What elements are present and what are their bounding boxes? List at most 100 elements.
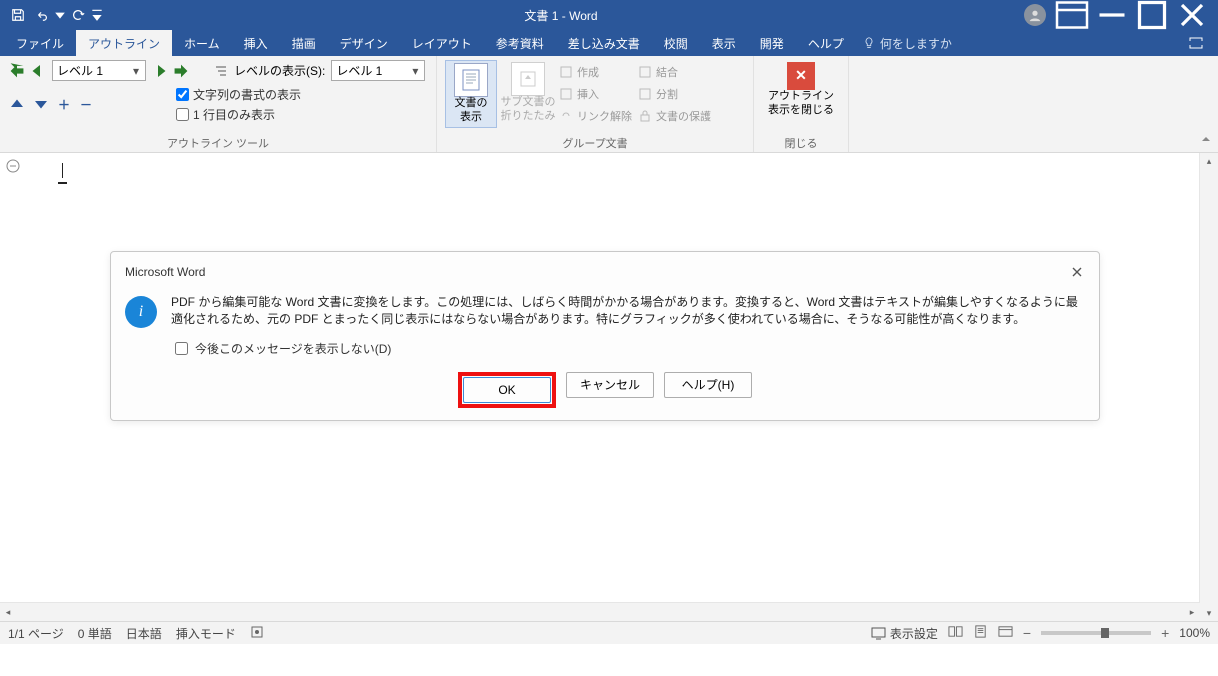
first-line-only-checkbox[interactable]: 1 行目のみ表示: [176, 105, 301, 123]
show-level-value: レベル 1: [336, 62, 408, 79]
save-icon[interactable]: [6, 3, 30, 27]
undo-icon[interactable]: [30, 3, 54, 27]
demote-to-body-icon[interactable]: [172, 62, 190, 80]
outline-level-select[interactable]: レベル 1 ▾: [52, 60, 146, 81]
tab-references[interactable]: 参考資料: [484, 30, 556, 56]
show-formatting-checkbox[interactable]: 文字列の書式の表示: [176, 85, 301, 103]
tab-mailings[interactable]: 差し込み文書: [556, 30, 652, 56]
read-mode-icon[interactable]: [948, 624, 963, 642]
tab-view[interactable]: 表示: [700, 30, 748, 56]
dialog-message: PDF から編集可能な Word 文書に変換をします。この処理には、しばらく時間…: [171, 294, 1083, 329]
share-button[interactable]: [1178, 30, 1214, 56]
move-up-icon[interactable]: [8, 95, 26, 113]
status-insert-mode[interactable]: 挿入モード: [176, 625, 236, 642]
tab-help[interactable]: ヘルプ: [796, 30, 856, 56]
tab-developer[interactable]: 開発: [748, 30, 796, 56]
account-avatar[interactable]: [1024, 4, 1046, 26]
cancel-button[interactable]: キャンセル: [566, 372, 654, 398]
tab-outline[interactable]: アウトライン: [76, 30, 172, 56]
qat-customize-icon[interactable]: [90, 3, 104, 27]
close-outline-label: アウトライン 表示を閉じる: [768, 90, 834, 118]
tell-me[interactable]: 何をしますか: [862, 30, 952, 56]
ok-button[interactable]: OK: [463, 377, 551, 403]
outline-bullet-icon: [4, 157, 22, 175]
document-icon: [454, 63, 488, 97]
dropdown-icon: ▾: [129, 64, 143, 78]
status-language[interactable]: 日本語: [126, 625, 162, 642]
vertical-scrollbar[interactable]: ▴ ▾: [1199, 153, 1218, 621]
protect-button: 文書の保護: [638, 106, 711, 126]
collapse-icon[interactable]: －: [78, 95, 94, 113]
repeat-icon[interactable]: [66, 3, 90, 27]
undo-dropdown-icon[interactable]: [54, 3, 66, 27]
show-level-icon: [214, 64, 228, 78]
web-layout-icon[interactable]: [998, 624, 1013, 642]
window-title: 文書 1 - Word: [104, 7, 1018, 24]
print-layout-icon[interactable]: [973, 624, 988, 642]
scroll-up-icon[interactable]: ▴: [1201, 153, 1217, 169]
tab-home[interactable]: ホーム: [172, 30, 232, 56]
collapse-ribbon-icon[interactable]: [1200, 133, 1212, 148]
dialog-title: Microsoft Word: [125, 265, 205, 279]
help-button[interactable]: ヘルプ(H): [664, 372, 752, 398]
zoom-thumb[interactable]: [1101, 628, 1109, 638]
collapse-subdocs-icon: [511, 62, 545, 96]
tell-me-label: 何をしますか: [880, 35, 952, 52]
zoom-out-icon[interactable]: −: [1023, 625, 1031, 641]
demote-icon[interactable]: [152, 62, 170, 80]
ribbon-options-icon[interactable]: [1052, 1, 1092, 29]
horizontal-scrollbar[interactable]: ◂ ▸: [0, 602, 1200, 621]
show-document-label: 文書の 表示: [455, 97, 488, 125]
titlebar: 文書 1 - Word: [0, 0, 1218, 30]
move-down-icon[interactable]: [32, 95, 50, 113]
tab-review[interactable]: 校閲: [652, 30, 700, 56]
merge-button: 結合: [638, 62, 711, 82]
dialog-pdf-convert: Microsoft Word i PDF から編集可能な Word 文書に変換を…: [110, 251, 1100, 421]
close-outline-icon: ✕: [787, 62, 815, 90]
scroll-left-icon[interactable]: ◂: [0, 604, 16, 620]
macro-icon[interactable]: [250, 625, 264, 642]
promote-icon[interactable]: [28, 62, 46, 80]
document-area[interactable]: Microsoft Word i PDF から編集可能な Word 文書に変換を…: [0, 153, 1218, 621]
zoom-value[interactable]: 100%: [1179, 626, 1210, 640]
tab-file[interactable]: ファイル: [4, 30, 76, 56]
show-level-label: レベルの表示(S):: [234, 62, 325, 79]
dropdown-icon: ▾: [408, 64, 422, 78]
tab-insert[interactable]: 挿入: [232, 30, 280, 56]
zoom-slider[interactable]: [1041, 631, 1151, 635]
ribbon: レベル 1 ▾ レベルの表示(S): レベル 1 ▾: [0, 56, 1218, 153]
bulb-icon: [862, 36, 876, 50]
text-caret: [62, 163, 63, 178]
expand-icon[interactable]: ＋: [56, 95, 72, 113]
scroll-down-icon[interactable]: ▾: [1201, 605, 1217, 621]
display-settings-button[interactable]: 表示設定: [871, 625, 938, 642]
ribbon-tabs: ファイル アウトライン ホーム 挿入 描画 デザイン レイアウト 参考資料 差し…: [0, 30, 1218, 56]
show-level-select[interactable]: レベル 1 ▾: [331, 60, 425, 81]
scroll-right-icon[interactable]: ▸: [1184, 604, 1200, 620]
unlink-button: リンク解除: [559, 106, 632, 126]
show-document-button[interactable]: 文書の 表示: [445, 60, 497, 128]
split-button: 分割: [638, 84, 711, 104]
tab-draw[interactable]: 描画: [280, 30, 328, 56]
info-icon: i: [125, 296, 157, 328]
dialog-close-icon[interactable]: [1067, 262, 1087, 282]
tab-layout[interactable]: レイアウト: [400, 30, 484, 56]
tab-design[interactable]: デザイン: [328, 30, 400, 56]
group-outline-tools-label: アウトライン ツール: [8, 133, 428, 151]
ok-button-highlight: OK: [458, 372, 556, 408]
promote-to-heading1-icon[interactable]: [8, 62, 26, 80]
status-page[interactable]: 1/1 ページ: [8, 625, 64, 642]
insert-button: 挿入: [559, 84, 632, 104]
status-words[interactable]: 0 単語: [78, 625, 112, 642]
group-close-label: 閉じる: [762, 133, 840, 151]
dont-show-again-checkbox[interactable]: 今後このメッセージを表示しない(D): [111, 335, 1099, 358]
minimize-icon[interactable]: [1092, 1, 1132, 29]
group-master-label: グループ文書: [445, 133, 745, 151]
outline-level-value: レベル 1: [57, 62, 129, 79]
maximize-icon[interactable]: [1132, 1, 1172, 29]
collapse-subdocs-label: サブ文書の 折りたたみ: [501, 96, 556, 124]
close-icon[interactable]: [1172, 1, 1212, 29]
close-outline-button[interactable]: ✕ アウトライン 表示を閉じる: [776, 60, 826, 120]
zoom-in-icon[interactable]: +: [1161, 625, 1169, 641]
create-button: 作成: [559, 62, 632, 82]
